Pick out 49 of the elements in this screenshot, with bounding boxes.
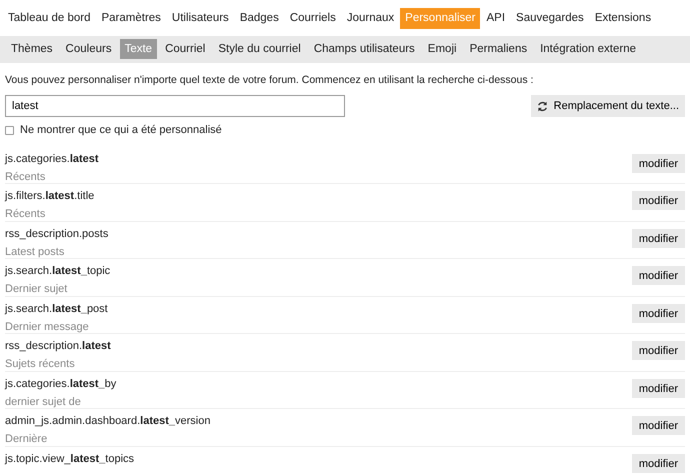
text-key: js.categories.latest	[5, 152, 99, 166]
edit-button[interactable]: modifier	[632, 416, 685, 436]
nav-tab[interactable]: Tableau de bord	[3, 8, 96, 29]
text-key: rss_description.posts	[5, 226, 108, 241]
text-value: Dernier sujet	[5, 282, 68, 298]
subnav-tab[interactable]: Style du courriel	[213, 39, 306, 59]
checkbox-label: Ne montrer que ce qui a été personnalisé	[20, 123, 222, 138]
text-value: Latest posts	[5, 244, 66, 260]
nav-tab[interactable]: Extensions	[590, 8, 656, 29]
text-value: Sujets récents	[5, 357, 76, 372]
nav-tab[interactable]: Journaux	[342, 8, 400, 29]
edit-button[interactable]: modifier	[632, 341, 685, 360]
text-key: js.filters.latest.title	[5, 189, 94, 204]
text-key: js.search.latest_post	[5, 302, 108, 316]
subnav-tab[interactable]: Couleurs	[60, 39, 117, 59]
text-value: Dernière	[5, 432, 48, 448]
edit-button[interactable]: modifier	[632, 154, 685, 173]
nav-tab[interactable]: Sauvegardes	[511, 8, 589, 29]
subnav-tab[interactable]: Courriel	[160, 39, 210, 59]
edit-button[interactable]: modifier	[632, 266, 685, 286]
text-key: rss_description.latest	[5, 339, 111, 354]
nav-tab[interactable]: API	[481, 8, 510, 29]
text-key: js.topic.view_latest_topics	[5, 452, 134, 466]
search-field[interactable]: latest	[5, 95, 345, 117]
text-value: Récents	[5, 207, 46, 222]
text-value: Récents	[5, 170, 46, 185]
subnav-tab[interactable]: Intégration externe	[535, 39, 641, 59]
nav-tab[interactable]: Courriels	[284, 8, 341, 29]
replace-text-button[interactable]: Remplacement du texte...	[530, 94, 685, 118]
nav-tab[interactable]: Utilisateurs	[166, 8, 234, 29]
checkbox[interactable]	[5, 126, 14, 135]
subnav-tab[interactable]: Thèmes	[6, 39, 58, 59]
nav-tab[interactable]: Paramètres	[96, 8, 166, 29]
refresh-icon	[536, 100, 548, 112]
text-key: js.search.latest_topic	[5, 264, 110, 278]
subnav-tab[interactable]: Permaliens	[464, 39, 532, 59]
edit-button[interactable]: modifier	[632, 304, 685, 323]
intro-text: Vous pouvez personnaliser n'importe quel texte de votre forum. Commencez en utilisant la recherche ci-dessous :	[5, 73, 534, 88]
text-key: js.categories.latest_by	[5, 376, 116, 391]
text-value: Dernier message	[5, 320, 90, 335]
edit-button[interactable]: modifier	[632, 378, 685, 398]
subnav-tab[interactable]: Champs utilisateurs	[308, 39, 420, 59]
subnav-tab[interactable]: Emoji	[422, 39, 462, 59]
edit-button[interactable]: modifier	[632, 191, 685, 210]
nav-tab[interactable]: Badges	[234, 8, 284, 29]
edit-button[interactable]: modifier	[632, 454, 685, 473]
text-key: admin_js.admin.dashboard.latest_version	[5, 414, 210, 428]
edit-button[interactable]: modifier	[632, 228, 685, 248]
text-value: dernier sujet de	[5, 394, 82, 410]
